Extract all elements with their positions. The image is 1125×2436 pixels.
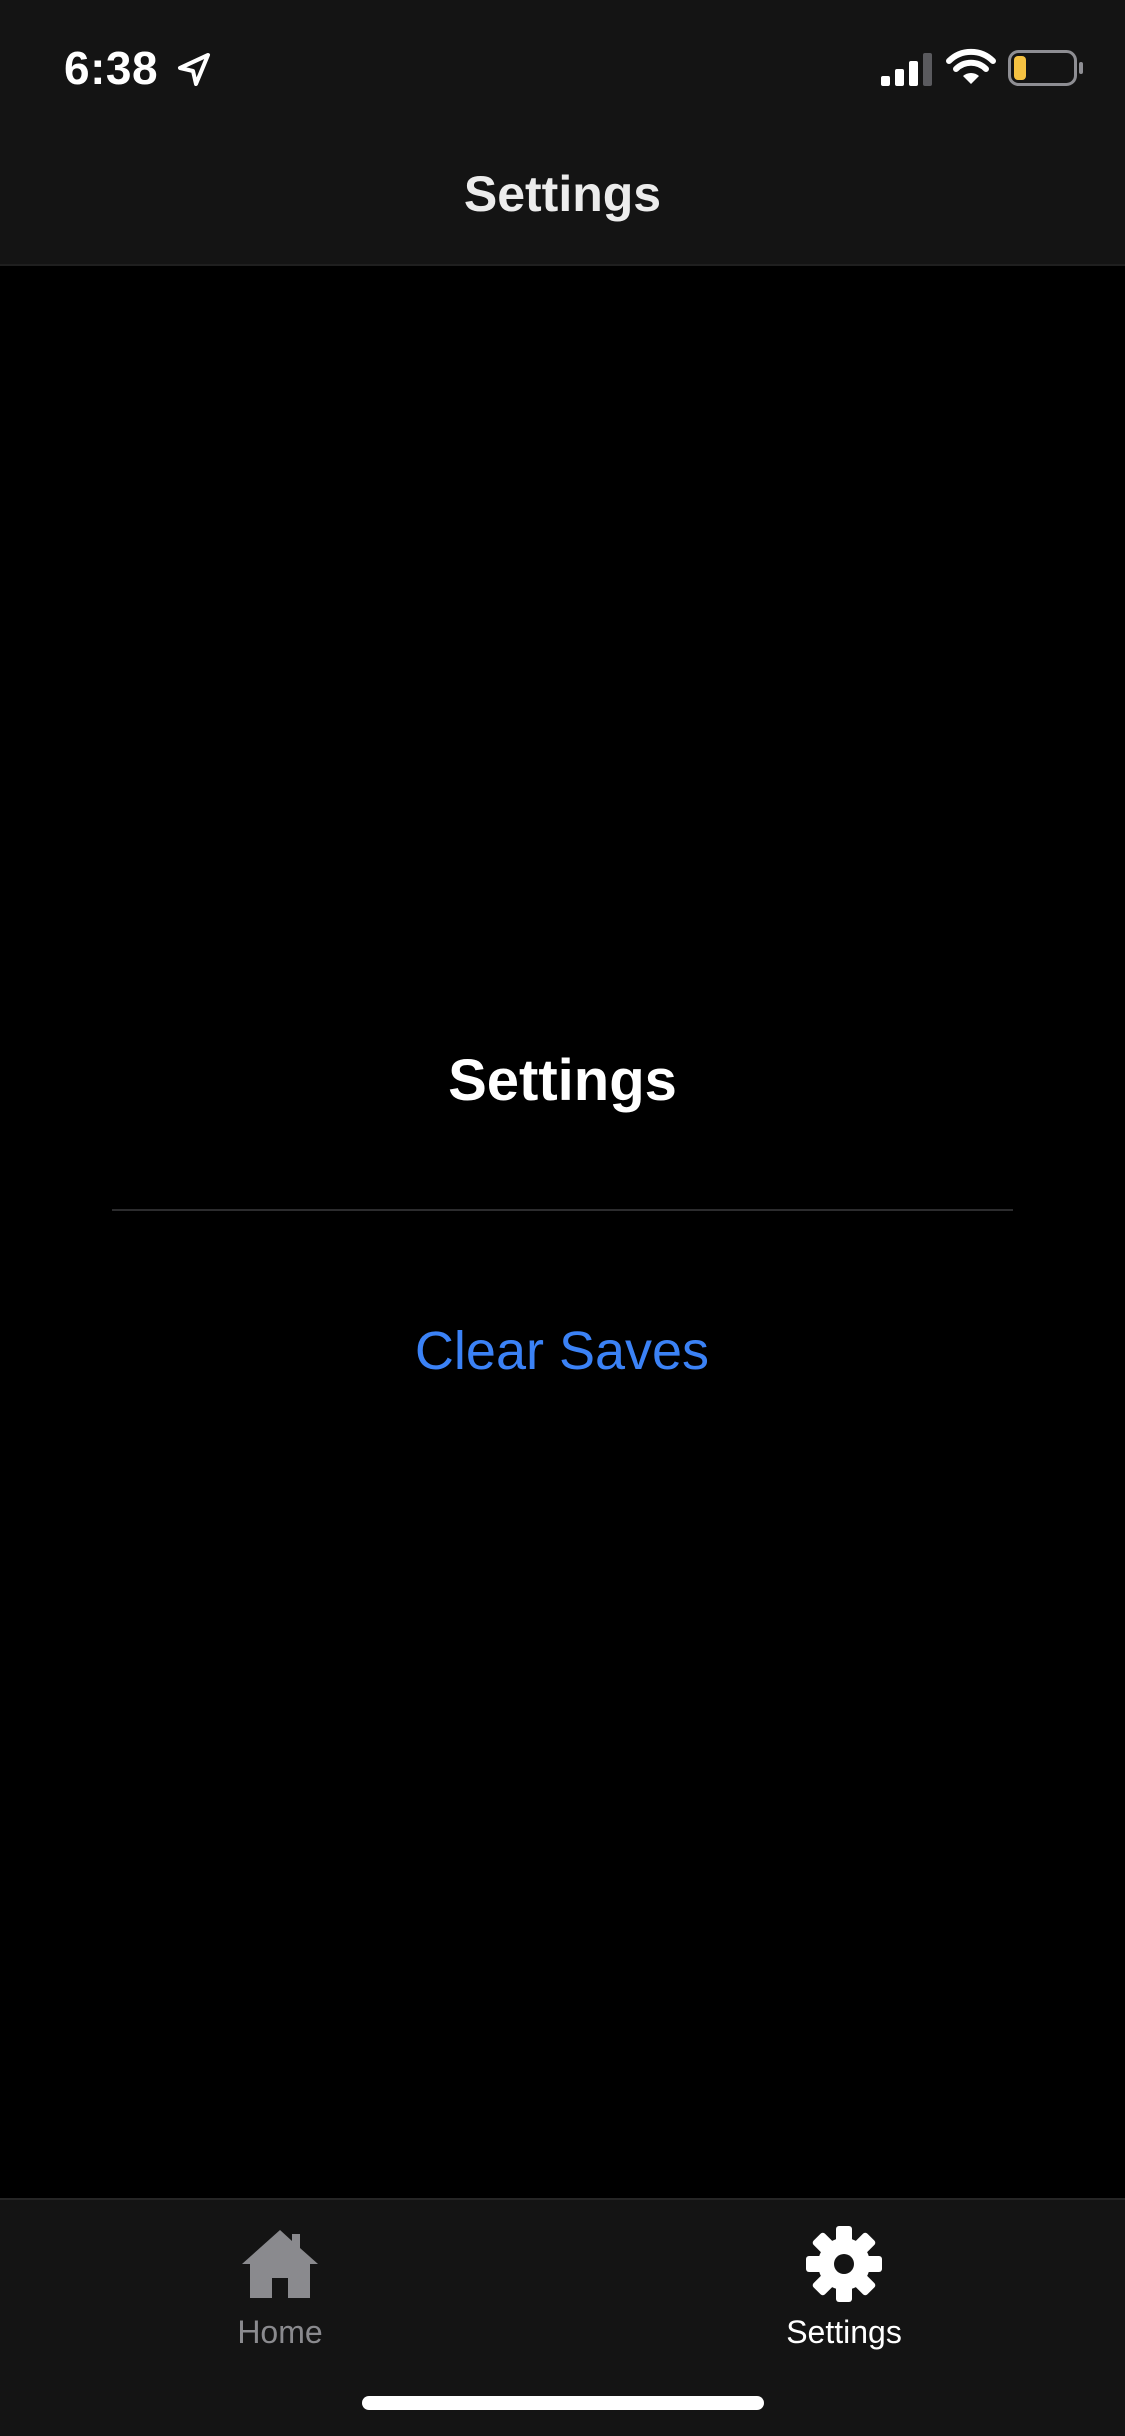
settings-content: Settings Clear Saves [0, 266, 1125, 2198]
settings-heading: Settings [448, 1048, 677, 1113]
clear-saves-button[interactable]: Clear Saves [362, 1316, 762, 1386]
nav-title: Settings [463, 166, 662, 222]
home-icon [242, 2230, 318, 2298]
status-time: 6:38 [64, 42, 159, 94]
app-screen: 6:38 Settings Settings Clear Saves Home … [0, 0, 1125, 2436]
navigation-bar: Settings [0, 134, 1125, 266]
home-indicator [362, 2396, 764, 2410]
tab-settings[interactable]: Settings [714, 2222, 974, 2362]
divider [112, 1209, 1013, 1211]
status-bar: 6:38 [0, 0, 1125, 134]
tab-settings-label: Settings [786, 2314, 902, 2350]
wifi-icon [946, 48, 996, 84]
location-arrow-icon [178, 53, 210, 86]
cellular-signal-icon [881, 53, 932, 86]
gear-icon [806, 2226, 882, 2302]
tab-home-label: Home [237, 2314, 323, 2350]
battery-low-icon [1008, 50, 1083, 86]
tab-home[interactable]: Home [150, 2222, 410, 2362]
